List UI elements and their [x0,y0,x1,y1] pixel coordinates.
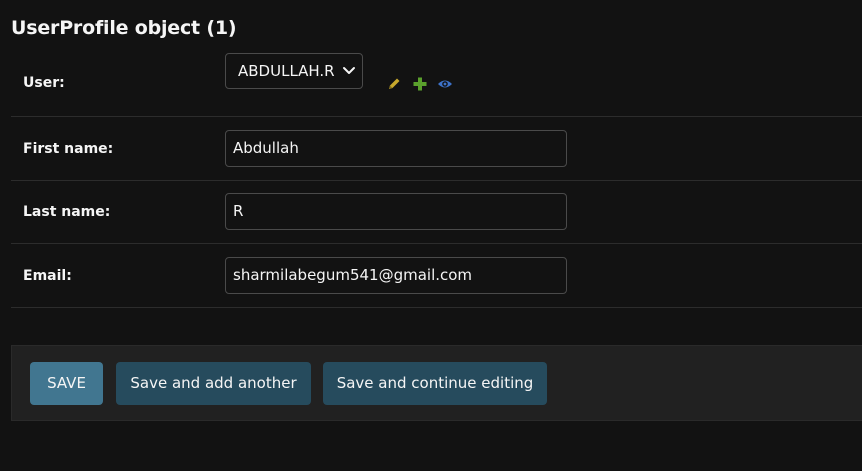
user-label: User: [23,75,65,91]
change-form-page: UserProfile object (1) User: ABDULLAH.R … [0,0,862,471]
chevron-down-icon [343,67,355,74]
email-label: Email: [23,268,72,284]
plus-icon[interactable] [412,76,428,92]
user-select-value: ABDULLAH.R [238,62,335,80]
save-and-continue-editing-button[interactable]: Save and continue editing [323,362,547,405]
page-title: UserProfile object (1) [11,17,237,39]
user-select[interactable]: ABDULLAH.R [225,53,363,89]
eye-icon[interactable] [437,76,453,92]
pencil-icon[interactable] [386,76,402,92]
first-name-label: First name: [23,141,114,157]
email-input[interactable]: sharmilabegum541@gmail.com [225,257,567,294]
last-name-input[interactable]: R [225,193,567,230]
submit-row: SAVE Save and add another Save and conti… [11,345,862,421]
first-name-input[interactable]: Abdullah [225,130,567,167]
save-and-add-another-button[interactable]: Save and add another [116,362,311,405]
last-name-label: Last name: [23,204,111,220]
save-button[interactable]: SAVE [30,362,103,405]
